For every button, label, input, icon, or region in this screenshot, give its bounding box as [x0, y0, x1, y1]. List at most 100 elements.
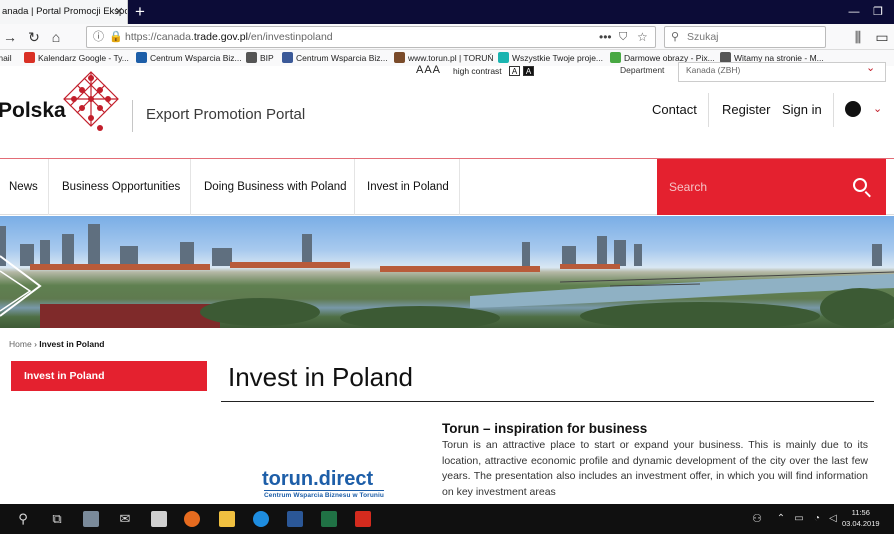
- nav-item-business-opportunities[interactable]: Business Opportunities: [62, 159, 180, 215]
- clock-time: 11:56: [851, 508, 870, 517]
- page-title: Invest in Poland: [228, 362, 414, 392]
- acrobat-icon[interactable]: [355, 511, 371, 527]
- browser-nav-bar: → ↻ ⌂ ⓘ 🔒 https://canada.trade.gov.pl/en…: [0, 24, 894, 50]
- chevron-down-icon[interactable]: ⌄: [866, 61, 875, 74]
- bookmark-label: mail: [0, 53, 12, 63]
- bookmark-favicon-icon: [610, 52, 621, 63]
- url-text[interactable]: https://canada.trade.gov.pl/en/investinp…: [125, 27, 333, 47]
- nav-item-news[interactable]: News: [9, 159, 38, 215]
- nav-divider: [459, 159, 460, 215]
- people-icon[interactable]: ⚇: [748, 510, 766, 528]
- logo-polska[interactable]: Polska: [0, 99, 66, 123]
- excel-icon[interactable]: [321, 511, 337, 527]
- title-divider: [221, 401, 874, 402]
- file-explorer-icon[interactable]: [219, 511, 235, 527]
- page-actions-icon[interactable]: •••: [599, 27, 612, 47]
- reload-icon[interactable]: ↻: [24, 27, 44, 47]
- bookmark-label: www.torun.pl | TORUŃ: [408, 53, 494, 63]
- clock-date: 03.04.2019: [842, 519, 880, 528]
- torun-logo-subtitle: Centrum Wsparcia Biznesu w Toruniu: [264, 492, 384, 499]
- tab-title: anada | Portal Promocji Ekspo: [2, 6, 128, 17]
- department-select[interactable]: Kanada (ZBH): [678, 62, 886, 82]
- chevron-up-icon[interactable]: ⌃: [772, 510, 790, 528]
- browser-title-bar: anada | Portal Promocji Ekspo ✕ + — ❐: [0, 0, 894, 24]
- language-chevron-down-icon[interactable]: ⌄: [873, 102, 882, 115]
- app-icon[interactable]: [253, 511, 269, 527]
- header-divider: [833, 93, 834, 127]
- home-icon[interactable]: ⌂: [46, 27, 66, 47]
- calculator-icon[interactable]: [151, 511, 167, 527]
- breadcrumb-home[interactable]: Home: [9, 339, 32, 349]
- url-bar[interactable]: ⓘ 🔒 https://canada.trade.gov.pl/en/inves…: [86, 26, 656, 48]
- pocket-icon[interactable]: ⛉: [619, 27, 627, 47]
- new-tab-icon[interactable]: +: [130, 0, 150, 24]
- bookmark-item[interactable]: Wszystkie Twoje proje...: [498, 50, 603, 66]
- bookmark-item[interactable]: www.torun.pl | TORUŃ: [394, 50, 494, 66]
- bookmark-favicon-icon: [136, 52, 147, 63]
- bookmark-item[interactable]: mail: [0, 50, 12, 66]
- banner-skyline: [0, 224, 894, 328]
- search-icon[interactable]: [853, 178, 867, 192]
- article-text: Torun is an attractive place to start or…: [442, 439, 868, 498]
- sign-in-link[interactable]: Sign in: [782, 102, 822, 117]
- torun-logo-underline: [264, 490, 384, 491]
- site-search-input[interactable]: Search: [657, 159, 886, 215]
- close-tab-icon[interactable]: ✕: [112, 0, 126, 24]
- bookmark-item[interactable]: Centrum Wsparcia Biz...: [282, 50, 388, 66]
- register-link[interactable]: Register: [722, 102, 770, 117]
- library-icon[interactable]: ⫼: [848, 27, 868, 47]
- nav-item-invest-in-poland[interactable]: Invest in Poland: [367, 159, 449, 215]
- search-icon[interactable]: ⚲: [14, 510, 32, 528]
- computer-icon[interactable]: [83, 511, 99, 527]
- bookmark-star-icon[interactable]: ☆: [637, 27, 648, 47]
- contact-link[interactable]: Contact: [652, 102, 697, 117]
- restore-icon[interactable]: ❐: [866, 0, 890, 24]
- department-label: Department: [620, 65, 665, 75]
- breadcrumb-separator: ›: [34, 339, 37, 349]
- nav-divider: [190, 159, 191, 215]
- taskbar-clock[interactable]: 11:56 03.04.2019: [842, 507, 880, 529]
- bookmark-favicon-icon: [246, 52, 257, 63]
- contrast-dark-button[interactable]: A: [523, 66, 534, 76]
- lock-icon[interactable]: 🔒: [109, 27, 123, 47]
- battery-icon[interactable]: ▭: [790, 510, 808, 528]
- bookmark-favicon-icon: [498, 52, 509, 63]
- main-navigation: News Business Opportunities Doing Busine…: [0, 158, 894, 215]
- nav-divider: [354, 159, 355, 215]
- mail-icon[interactable]: ✉: [116, 510, 134, 528]
- banner-image-warsaw-panorama: [0, 216, 894, 328]
- bookmark-item[interactable]: BIP: [246, 50, 274, 66]
- browser-search-placeholder: Szukaj: [687, 31, 719, 43]
- info-icon[interactable]: ⓘ: [93, 27, 104, 47]
- torun-direct-logo[interactable]: torun.direct: [262, 468, 373, 491]
- site-search-placeholder: Search: [669, 180, 708, 194]
- polska-logo-mark-icon: [63, 71, 119, 131]
- firefox-icon[interactable]: [184, 511, 200, 527]
- bookmark-label: Centrum Wsparcia Biz...: [150, 53, 242, 63]
- globe-icon[interactable]: [845, 101, 861, 117]
- sidebar-toggle-icon[interactable]: ▭: [872, 27, 892, 47]
- logo-divider: [132, 100, 133, 132]
- sidebar-item-invest-in-poland[interactable]: Invest in Poland: [11, 361, 207, 391]
- bookmark-favicon-icon: [394, 52, 405, 63]
- word-icon[interactable]: [287, 511, 303, 527]
- browser-search-input[interactable]: ⚲ Szukaj: [664, 26, 826, 48]
- nav-divider: [48, 159, 49, 215]
- minimize-icon[interactable]: —: [842, 0, 866, 24]
- bookmark-favicon-icon: [282, 52, 293, 63]
- bookmark-item[interactable]: Centrum Wsparcia Biz...: [136, 50, 242, 66]
- portal-title[interactable]: Export Promotion Portal: [146, 106, 305, 123]
- font-size-toggle[interactable]: AAA: [416, 64, 441, 76]
- forward-icon[interactable]: →: [0, 27, 20, 47]
- contrast-light-button[interactable]: A: [509, 66, 520, 76]
- high-contrast-label: high contrast: [453, 66, 502, 76]
- bookmark-label: Centrum Wsparcia Biz...: [296, 53, 388, 63]
- nav-item-doing-business[interactable]: Doing Business with Poland: [204, 159, 347, 215]
- breadcrumb: Home › Invest in Poland: [9, 339, 104, 349]
- browser-tab-active[interactable]: anada | Portal Promocji Ekspo ✕: [0, 0, 128, 24]
- task-view-icon[interactable]: ⧉: [48, 510, 66, 528]
- volume-icon[interactable]: ◁: [824, 510, 842, 528]
- bookmark-label: Kalendarz Google - Ty...: [38, 53, 129, 63]
- article-title[interactable]: Torun – inspiration for business: [442, 421, 647, 436]
- bookmark-item[interactable]: Kalendarz Google - Ty...: [24, 50, 129, 66]
